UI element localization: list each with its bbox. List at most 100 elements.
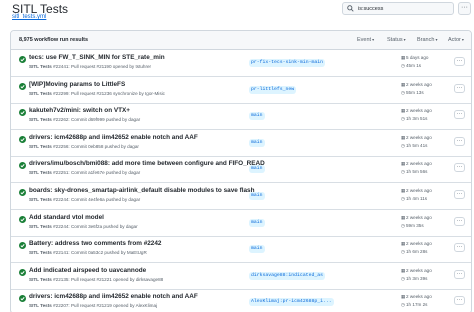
run-duration: 1h 6m 28s <box>406 249 428 255</box>
run-time-info: ▦2 weeks ago ◷1h 3m 39s <box>401 267 432 281</box>
caret-down-icon: ▾ <box>372 37 375 42</box>
row-more-button[interactable]: ··· <box>454 110 465 120</box>
row-more-button[interactable]: ··· <box>454 243 465 253</box>
workflow-run-row[interactable]: Add indicated airspeed to uavcannode SITL… <box>11 264 471 290</box>
branch-label[interactable]: main <box>249 138 265 147</box>
workflow-name: SITL Tests <box>29 90 52 96</box>
run-duration: 1h 4m 11s <box>406 196 428 201</box>
run-time-info: ▦2 weeks ago ◷1h 17m 2s <box>401 294 432 307</box>
branch-label[interactable]: pr-fix-tecs-sink-min-main <box>249 59 325 67</box>
run-meta: SITL Tests #22256: Commit 0eb858 pushed … <box>29 144 139 149</box>
workflow-run-row[interactable]: boards: sky-drones_smartap-airlink_defau… <box>11 184 471 210</box>
run-time-info: ▦2 weeks ago ◷1h 4m 11s <box>401 188 432 201</box>
run-date: 2 weeks ago <box>406 214 432 220</box>
branch-label[interactable]: AlexKlimaj:pr-icm42688p_i... <box>249 298 334 307</box>
run-meta: SITL Tests #22244: Commit 3e6f2a pushed … <box>29 224 138 229</box>
workflow-run-row[interactable]: Add standard vtol model SITL Tests #22244… <box>11 211 471 237</box>
run-title[interactable]: Battery: address two comments from #2242 <box>29 240 161 247</box>
workflow-name: SITL Tests <box>29 143 52 149</box>
run-duration: 1h 17m 2s <box>406 302 428 308</box>
branch-label[interactable]: main <box>249 192 265 200</box>
run-title[interactable]: boards: sky-drones_smartap-airlink_defau… <box>29 187 255 194</box>
branch-label[interactable]: main <box>249 112 265 121</box>
row-more-button[interactable]: ··· <box>454 190 465 199</box>
run-duration: 55m 13s <box>406 89 424 95</box>
workflow-run-row[interactable]: [WIP]Moving params to LittleFS SITL Tests… <box>11 78 471 104</box>
workflow-run-row[interactable]: drivers: icm42688p and iim42652 enable n… <box>11 290 471 312</box>
workflow-run-row[interactable]: drivers/imu/bosch/bmi088: add more time … <box>11 157 471 184</box>
filter-label: Actor <box>448 37 461 43</box>
caret-down-icon: ▾ <box>435 37 438 42</box>
success-check-icon <box>19 268 26 276</box>
row-more-button[interactable]: ··· <box>454 269 465 279</box>
status-filter[interactable]: Status▾ <box>387 37 406 43</box>
workflow-file-link[interactable]: sitl_tests.yml <box>12 14 46 20</box>
workflow-run-row[interactable]: Battery: address two comments from #2242… <box>11 237 471 264</box>
success-check-icon <box>19 242 26 250</box>
workflow-run-row[interactable]: drivers: icm42688p and iim42652 enable n… <box>11 131 471 157</box>
run-description: #22262: Commit d69f999 pushed by dagar <box>53 117 141 123</box>
run-meta: SITL Tests #22244: Commit 4e4fe6a pushed… <box>29 197 140 202</box>
workflow-run-row[interactable]: kakuteh7v2/mini: switch on VTX+ SITL Test… <box>11 104 471 131</box>
run-description: #22299: Pull request #21236 synchronize … <box>53 90 165 96</box>
row-more-button[interactable]: ··· <box>454 163 465 173</box>
event-filter[interactable]: Event▾ <box>357 37 374 43</box>
run-description: #22244: Commit 4e4fe6a pushed by dagar <box>53 197 141 202</box>
success-check-icon <box>19 162 26 170</box>
run-meta: SITL Tests #22441: Pull request #21190 o… <box>29 64 151 69</box>
workflow-name: SITL Tests <box>29 223 52 229</box>
run-time-info: ▦2 weeks ago ◷1h 5m 41s <box>401 135 432 148</box>
run-title[interactable]: tecs: use FW_T_SINK_MIN for STE_rate_min <box>29 54 165 61</box>
search-input[interactable]: is:success <box>342 2 454 15</box>
row-more-button[interactable]: ··· <box>454 83 465 93</box>
branch-label[interactable]: pr-littlefs_new <box>249 85 297 94</box>
workflow-name: SITL Tests <box>29 197 52 202</box>
success-check-icon <box>19 82 26 90</box>
success-check-icon <box>19 189 26 196</box>
run-title[interactable]: [WIP]Moving params to LittleFS <box>29 81 125 88</box>
success-check-icon <box>19 56 26 63</box>
run-title[interactable]: Add standard vtol model <box>29 214 104 221</box>
run-date: 2 weeks ago <box>406 188 432 193</box>
run-title[interactable]: Add indicated airspeed to uavcannode <box>29 267 146 274</box>
run-meta: SITL Tests #22135: Pull request #21221 o… <box>29 277 163 282</box>
run-title[interactable]: drivers: icm42688p and iim42652 enable n… <box>29 134 198 141</box>
row-more-button[interactable]: ··· <box>454 296 465 306</box>
branch-filter[interactable]: Branch▾ <box>417 37 437 43</box>
run-date: 2 weeks ago <box>406 267 432 273</box>
run-time-info: ▦2 weeks ago ◷55m 13s <box>401 81 432 95</box>
row-more-button[interactable]: ··· <box>454 136 465 146</box>
run-description: #22251: Commit a1fe67e pushed by dagar <box>53 170 141 176</box>
branch-label[interactable]: main <box>249 165 265 174</box>
workflow-name: SITL Tests <box>29 170 52 176</box>
run-title[interactable]: drivers/imu/bosch/bmi088: add more time … <box>29 160 265 167</box>
branch-label[interactable]: main <box>249 245 265 254</box>
run-date: 2 weeks ago <box>406 108 432 114</box>
page-header: SITL Tests sitl_tests.yml is:success ··· <box>0 0 474 26</box>
run-date: 2 weeks ago <box>406 161 432 167</box>
run-meta: SITL Tests #22262: Commit d69f999 pushed… <box>29 117 140 122</box>
more-options-button[interactable]: ··· <box>458 2 471 15</box>
success-check-icon <box>19 215 26 223</box>
run-date: 2 weeks ago <box>406 81 432 87</box>
run-date: 5 days ago <box>406 55 429 60</box>
workflow-run-row[interactable]: tecs: use FW_T_SINK_MIN for STE_rate_min… <box>11 51 471 77</box>
search-icon <box>347 5 354 12</box>
run-time-info: ▦2 weeks ago ◷1h 3m 51s <box>401 108 432 121</box>
branch-label[interactable]: dirksavage88:indicated_as <box>249 271 325 280</box>
run-description: #22135: Pull request #21221 opened by di… <box>53 276 164 282</box>
row-more-button[interactable]: ··· <box>454 57 465 66</box>
run-date: 2 weeks ago <box>406 294 432 300</box>
run-duration: 1h 3m 51s <box>406 116 428 122</box>
filter-label: Status <box>387 37 403 43</box>
actor-filter[interactable]: Actor▾ <box>448 37 464 43</box>
filter-label: Branch <box>417 37 435 43</box>
run-meta: SITL Tests #22251: Commit a1fe67e pushed… <box>29 170 140 175</box>
run-duration: 1h 5m 56s <box>406 169 428 175</box>
run-title[interactable]: drivers: icm42688p and iim42652 enable n… <box>29 293 198 300</box>
branch-label[interactable]: main <box>249 218 265 227</box>
run-date: 2 weeks ago <box>406 241 432 247</box>
run-description: #22244: Commit 3e6f2a pushed by dagar <box>53 223 138 229</box>
row-more-button[interactable]: ··· <box>454 216 465 226</box>
run-title[interactable]: kakuteh7v2/mini: switch on VTX+ <box>29 107 130 114</box>
